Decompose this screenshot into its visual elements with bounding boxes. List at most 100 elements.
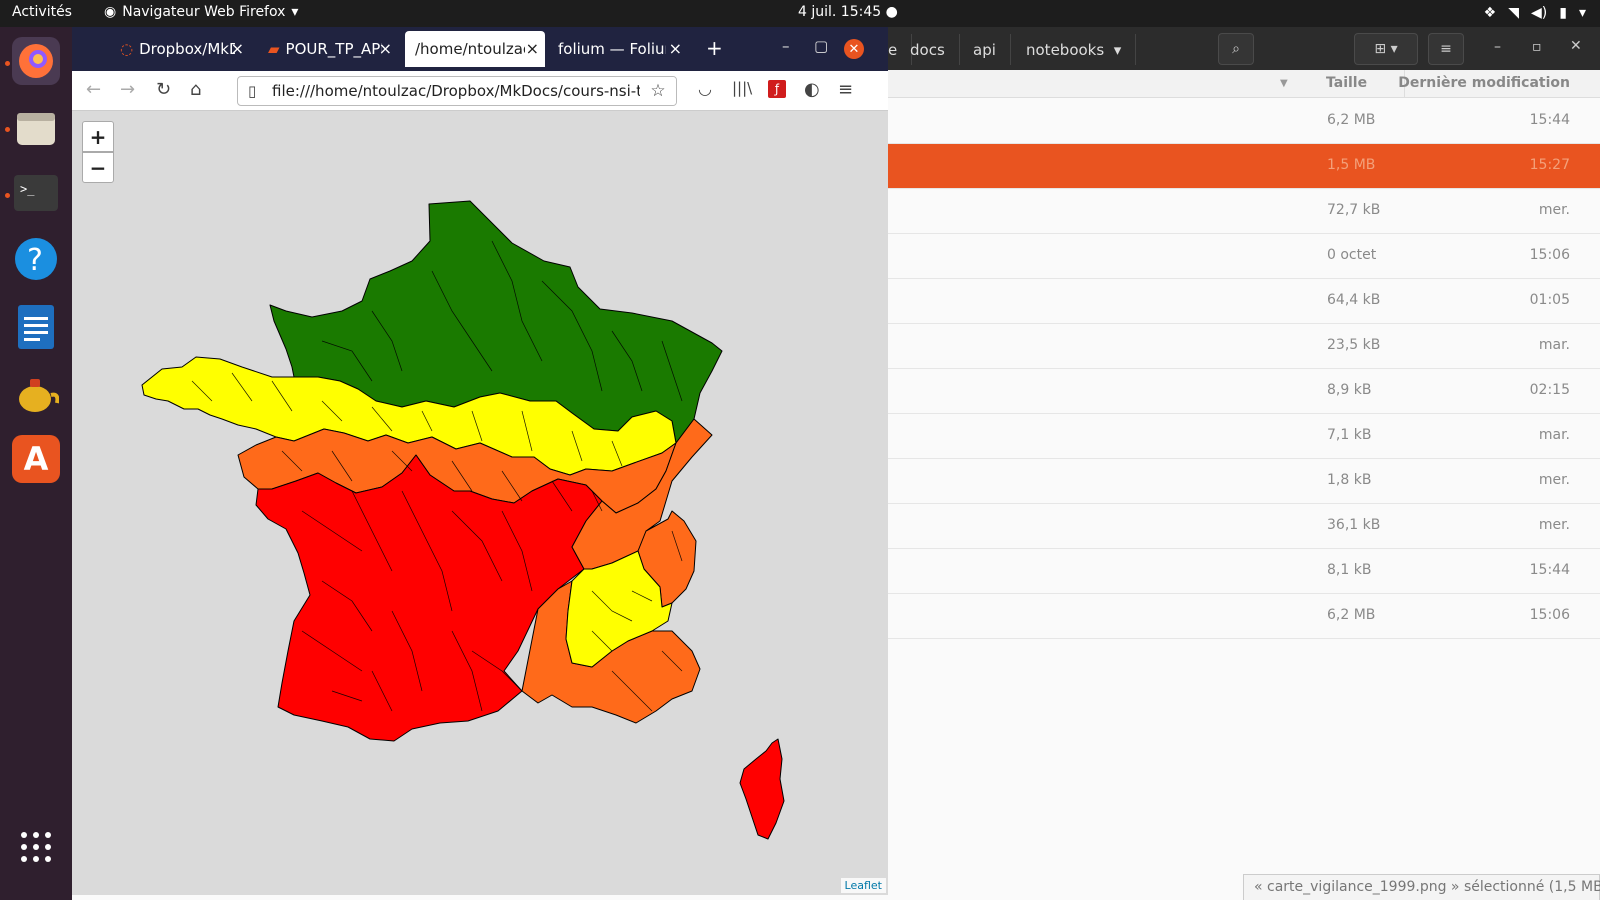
forward-icon[interactable]: → [120,79,135,100]
file-row[interactable]: 64,4 kB 01:05 [884,279,1600,324]
zoom-out-button[interactable]: − [82,152,114,183]
dock-files[interactable] [12,103,60,151]
file-row[interactable]: 1,8 kB mer. [884,459,1600,504]
show-apps-button[interactable] [12,823,60,871]
file-row[interactable]: 0 octet 15:06 [884,234,1600,279]
file-row[interactable]: 72,7 kB mer. [884,189,1600,234]
file-size: 8,9 kB [1327,382,1372,398]
firefox-icon [19,44,53,78]
home-icon[interactable]: ⌂ [190,79,201,100]
file-row[interactable]: 36,1 kB mer. [884,504,1600,549]
svg-text:>_: >_ [20,182,35,196]
search-button[interactable]: ⌕ [1218,33,1254,65]
close-tab-icon[interactable]: × [231,39,244,58]
close-tab-icon[interactable]: × [379,39,392,58]
file-row[interactable]: 23,5 kB mar. [884,324,1600,369]
file-date: mer. [1538,472,1570,488]
region-corsica[interactable] [739,738,785,840]
file-size: 6,2 MB [1327,112,1376,128]
svg-text:?: ? [27,243,43,278]
file-date: 15:44 [1529,562,1570,578]
top-bar: Activités ◉ Navigateur Web Firefox ▾ 4 j… [0,0,1600,27]
bookmark-star-icon[interactable]: ☆ [640,77,676,105]
tab-folium[interactable]: folium — Folium × [548,31,688,67]
new-tab-button[interactable]: + [706,36,723,60]
search-icon: ⌕ [1232,41,1240,57]
tab-label: POUR_TP_API [285,40,382,58]
zoom-in-button[interactable]: + [82,121,114,152]
breadcrumb-item[interactable]: docs [896,34,960,65]
tab-bar: ◌ Dropbox/MkD × ▰ POUR_TP_API × /home/nt… [72,27,888,71]
dock-writer[interactable] [12,303,60,351]
column-size[interactable]: Taille [1326,75,1367,91]
vigilance-map[interactable] [72,111,888,895]
url-text: file:///home/ntoulzac/Dropbox/MkDocs/cou… [272,82,672,100]
url-bar[interactable]: ▯ file:///home/ntoulzac/Dropbox/MkDocs/c… [237,76,677,106]
tab-dropbox[interactable]: ◌ Dropbox/MkD × [110,31,250,67]
back-icon[interactable]: ← [86,79,101,100]
document-icon [18,305,54,349]
minimize-button[interactable]: – [782,37,790,55]
activities-button[interactable]: Activités [12,4,72,20]
dock-terminal[interactable]: >_ [12,169,60,217]
file-date: 15:44 [1529,112,1570,128]
chevron-down-icon: ▾ [291,4,299,20]
dock-help[interactable]: ? [12,235,60,283]
column-header: ▼ Taille Dernière modification [884,70,1600,98]
view-toggle-button[interactable]: ⊞ ▾ [1354,33,1418,65]
dock-teapot[interactable] [12,369,60,417]
close-tab-icon[interactable]: × [526,39,539,58]
file-date: 15:27 [1529,157,1570,173]
system-tray[interactable]: ❖ ◥ ◀) ▮ ▾ [1484,5,1586,21]
close-button[interactable]: ✕ [1570,38,1582,54]
file-size: 72,7 kB [1327,202,1381,218]
hamburger-icon[interactable]: ≡ [838,79,853,100]
file-date: mer. [1538,202,1570,218]
dock-software[interactable]: A [12,435,60,483]
extension-icon[interactable]: ◐ [804,79,820,100]
minimize-button[interactable]: – [1494,39,1501,55]
reload-icon[interactable]: ↻ [156,79,171,100]
menu-button[interactable]: ≡ [1428,33,1464,65]
tab-pour-tp-api[interactable]: ▰ POUR_TP_API × [258,31,398,67]
file-row[interactable]: 7,1 kB mar. [884,414,1600,459]
file-row[interactable]: 6,2 MB 15:44 [884,99,1600,144]
app-menu[interactable]: ◉ Navigateur Web Firefox ▾ [104,4,298,20]
file-row[interactable]: 8,1 kB 15:44 [884,549,1600,594]
pocket-icon[interactable]: ◡ [698,79,712,98]
file-row[interactable]: 1,5 MB 15:27 [884,144,1600,189]
file-row[interactable]: 6,2 MB 15:06 [884,594,1600,639]
breadcrumb-item[interactable]: api [959,34,1011,65]
tab-home-ntoulzac[interactable]: /home/ntoulzac/D × [405,31,545,67]
battery-icon: ▮ [1559,5,1567,21]
app-menu-label: Navigateur Web Firefox [122,4,286,20]
grid-view-icon: ⊞ ▾ [1374,41,1398,57]
running-indicator [5,193,10,198]
leaflet-attribution[interactable]: Leaflet [840,878,886,893]
map-view[interactable]: + − Leaflet [72,111,888,895]
maximize-button[interactable]: ▫ [1532,39,1542,55]
file-row[interactable]: 8,9 kB 02:15 [884,369,1600,414]
maximize-button[interactable]: ▢ [814,37,828,55]
file-manager-header: e docs api notebooks ▾ ⌕ ⊞ ▾ ≡ – ▫ ✕ [884,27,1600,70]
column-modified[interactable]: Dernière modification [1398,75,1570,91]
close-tab-icon[interactable]: × [669,39,682,58]
file-size: 6,2 MB [1327,607,1376,623]
running-indicator [5,127,10,132]
volume-icon: ◀) [1531,5,1548,21]
dock-firefox[interactable] [12,37,60,85]
file-date: 15:06 [1529,607,1570,623]
breadcrumb-label: notebooks [1026,40,1105,59]
flash-icon[interactable]: ƒ [768,80,786,98]
loading-icon: ◌ [120,40,134,58]
library-icon[interactable]: |||\ [732,79,752,97]
breadcrumb-item[interactable]: notebooks ▾ [1012,34,1137,65]
file-size: 1,5 MB [1327,157,1376,173]
file-date: mar. [1538,337,1570,353]
folder-icon [17,113,55,145]
clock[interactable]: 4 juil. 15:45 ● [798,4,898,20]
file-date: 01:05 [1529,292,1570,308]
sort-icon[interactable]: ▼ [1280,78,1288,89]
close-button[interactable]: ✕ [844,39,864,59]
grid-icon [21,832,51,862]
